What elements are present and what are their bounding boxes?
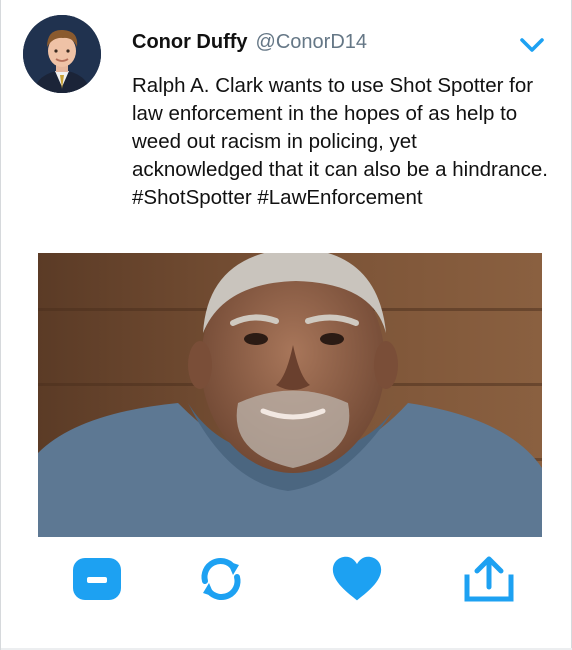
hashtags[interactable]: #ShotSpotter #LawEnforcement <box>132 184 552 212</box>
share-button[interactable] <box>463 553 515 605</box>
reply-icon <box>73 558 121 600</box>
portrait-image <box>38 253 542 537</box>
tweet-body: Ralph A. Clark wants to use Shot Spotter… <box>132 74 548 181</box>
avatar[interactable] <box>23 15 101 93</box>
heart-icon <box>332 556 382 601</box>
reply-button[interactable] <box>71 553 123 605</box>
tweet-card: Conor Duffy @ConorD14 Ralph A. Clark want… <box>0 0 572 650</box>
retweet-icon <box>201 558 241 600</box>
tweet-actions <box>1 553 572 605</box>
like-button[interactable] <box>331 553 383 605</box>
tweet-text: Ralph A. Clark wants to use Shot Spotter… <box>132 72 552 212</box>
display-name[interactable]: Conor Duffy <box>132 31 248 53</box>
retweet-button[interactable] <box>195 553 247 605</box>
chevron-down-icon[interactable] <box>519 36 545 54</box>
user-handle[interactable]: @ConorD14 <box>256 31 367 53</box>
share-icon <box>464 556 514 602</box>
tweet-header: Conor Duffy @ConorD14 <box>132 30 367 54</box>
avatar-photo <box>23 15 101 93</box>
tweet-photo[interactable] <box>38 253 542 537</box>
